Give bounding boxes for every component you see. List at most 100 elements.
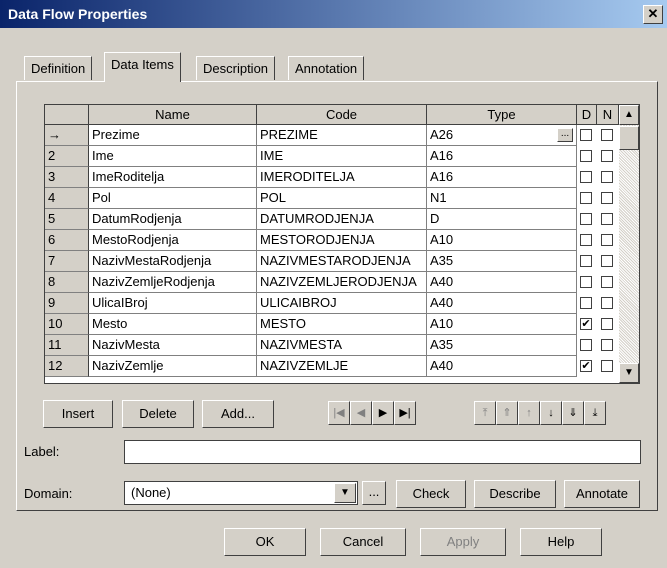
scroll-up-icon[interactable]: ▲ — [619, 105, 639, 125]
row-header[interactable]: 7 — [45, 251, 89, 272]
name-cell[interactable]: NazivMesta — [89, 335, 257, 356]
move-bottom-icon[interactable]: ⤓ — [584, 401, 606, 425]
type-cell[interactable]: A40 — [427, 272, 577, 293]
code-cell[interactable]: DATUMRODJENJA — [257, 209, 427, 230]
n-checkbox[interactable] — [601, 213, 613, 225]
name-cell[interactable]: Prezime — [89, 125, 257, 146]
row-header[interactable]: 8 — [45, 272, 89, 293]
move-down-fast-icon[interactable]: ⇓ — [562, 401, 584, 425]
n-checkbox[interactable] — [601, 171, 613, 183]
row-header[interactable]: 11 — [45, 335, 89, 356]
type-cell[interactable]: N1 — [427, 188, 577, 209]
table-row[interactable]: 12 NazivZemlje NAZIVZEMLJE A40 ✔ — [45, 356, 619, 377]
table-row[interactable]: → Prezime PREZIME A26... — [45, 125, 619, 146]
table-row[interactable]: 5 DatumRodjenja DATUMRODJENJA D — [45, 209, 619, 230]
type-picker-button[interactable]: ... — [557, 128, 573, 142]
apply-button[interactable]: Apply — [420, 528, 506, 556]
tab-description[interactable]: Description — [196, 56, 276, 80]
name-cell[interactable]: UlicaIBroj — [89, 293, 257, 314]
ok-button[interactable]: OK — [224, 528, 306, 556]
n-checkbox[interactable] — [601, 276, 613, 288]
n-checkbox[interactable] — [601, 129, 613, 141]
name-cell[interactable]: Pol — [89, 188, 257, 209]
name-cell[interactable]: MestoRodjenja — [89, 230, 257, 251]
domain-select[interactable]: (None) — [124, 481, 358, 505]
table-row[interactable]: 11 NazivMesta NAZIVMESTA A35 — [45, 335, 619, 356]
type-cell[interactable]: A16 — [427, 146, 577, 167]
row-header[interactable]: 2 — [45, 146, 89, 167]
n-checkbox[interactable] — [601, 339, 613, 351]
column-header-d[interactable]: D — [577, 105, 597, 125]
d-checkbox[interactable] — [580, 339, 592, 351]
code-cell[interactable]: POL — [257, 188, 427, 209]
d-checkbox[interactable]: ✔ — [580, 318, 592, 330]
data-items-grid[interactable]: Name Code Type D N → Prezime PREZIME A26...… — [44, 104, 640, 384]
code-cell[interactable]: IME — [257, 146, 427, 167]
d-checkbox[interactable] — [580, 255, 592, 267]
row-header[interactable]: 10 — [45, 314, 89, 335]
table-row[interactable]: 6 MestoRodjenja MESTORODJENJA A10 — [45, 230, 619, 251]
type-cell[interactable]: A35 — [427, 251, 577, 272]
code-cell[interactable]: PREZIME — [257, 125, 427, 146]
add-button[interactable]: Add... — [202, 400, 274, 428]
code-cell[interactable]: MESTORODJENJA — [257, 230, 427, 251]
type-cell[interactable]: A10 — [427, 230, 577, 251]
d-checkbox[interactable] — [580, 234, 592, 246]
code-cell[interactable]: NAZIVZEMLJE — [257, 356, 427, 377]
name-cell[interactable]: ImeRoditelja — [89, 167, 257, 188]
d-checkbox[interactable] — [580, 192, 592, 204]
vertical-scrollbar[interactable]: ▲ ▼ — [619, 105, 639, 383]
last-row-icon[interactable]: ▶| — [394, 401, 416, 425]
d-checkbox[interactable] — [580, 129, 592, 141]
d-checkbox[interactable] — [580, 171, 592, 183]
type-cell[interactable]: A16 — [427, 167, 577, 188]
name-cell[interactable]: DatumRodjenja — [89, 209, 257, 230]
type-cell[interactable]: A40 — [427, 293, 577, 314]
tab-data-items[interactable]: Data Items — [104, 52, 181, 82]
table-row[interactable]: 9 UlicaIBroj ULICAIBROJ A40 — [45, 293, 619, 314]
code-cell[interactable]: IMERODITELJA — [257, 167, 427, 188]
n-checkbox[interactable] — [601, 297, 613, 309]
n-checkbox[interactable] — [601, 318, 613, 330]
row-header[interactable]: 6 — [45, 230, 89, 251]
row-header[interactable]: → — [45, 125, 89, 146]
move-top-icon[interactable]: ⤒ — [474, 401, 496, 425]
name-cell[interactable]: Mesto — [89, 314, 257, 335]
next-row-icon[interactable]: ▶ — [372, 401, 394, 425]
scroll-thumb[interactable] — [619, 126, 639, 150]
move-up-icon[interactable]: ↑ — [518, 401, 540, 425]
n-checkbox[interactable] — [601, 234, 613, 246]
n-checkbox[interactable] — [601, 360, 613, 372]
cancel-button[interactable]: Cancel — [320, 528, 406, 556]
browse-button[interactable]: ... — [362, 481, 386, 505]
name-cell[interactable]: Ime — [89, 146, 257, 167]
name-cell[interactable]: NazivMestaRodjenja — [89, 251, 257, 272]
code-cell[interactable]: NAZIVZEMLJERODJENJA — [257, 272, 427, 293]
code-cell[interactable]: ULICAIBROJ — [257, 293, 427, 314]
describe-button[interactable]: Describe — [474, 480, 556, 508]
type-cell[interactable]: A10 — [427, 314, 577, 335]
label-field[interactable] — [124, 440, 641, 464]
table-row[interactable]: 8 NazivZemljeRodjenja NAZIVZEMLJERODJENJA A… — [45, 272, 619, 293]
name-cell[interactable]: NazivZemlje — [89, 356, 257, 377]
table-row[interactable]: 7 NazivMestaRodjenja NAZIVMESTARODJENJA A35 — [45, 251, 619, 272]
type-cell[interactable]: D — [427, 209, 577, 230]
n-checkbox[interactable] — [601, 255, 613, 267]
type-cell[interactable]: A26 — [427, 125, 577, 146]
table-row[interactable]: 2 Ime IME A16 — [45, 146, 619, 167]
move-up-fast-icon[interactable]: ⇑ — [496, 401, 518, 425]
previous-row-icon[interactable]: ◀ — [350, 401, 372, 425]
annotate-button[interactable]: Annotate — [564, 480, 640, 508]
close-icon[interactable]: ✕ — [643, 5, 663, 24]
table-row[interactable]: 4 Pol POL N1 — [45, 188, 619, 209]
column-header-name[interactable]: Name — [89, 105, 257, 125]
help-button[interactable]: Help — [520, 528, 602, 556]
move-down-icon[interactable]: ↓ — [540, 401, 562, 425]
row-header[interactable]: 5 — [45, 209, 89, 230]
row-header[interactable]: 4 — [45, 188, 89, 209]
n-checkbox[interactable] — [601, 150, 613, 162]
table-row[interactable]: 10 Mesto MESTO A10 ✔ — [45, 314, 619, 335]
n-checkbox[interactable] — [601, 192, 613, 204]
first-row-icon[interactable]: |◀ — [328, 401, 350, 425]
d-checkbox[interactable] — [580, 150, 592, 162]
